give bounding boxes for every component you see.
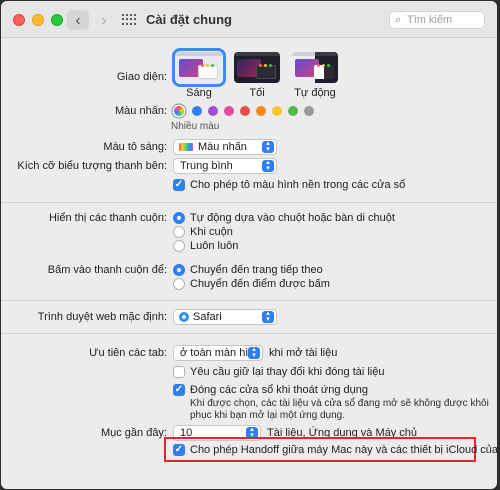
highlight-color-preview	[179, 143, 193, 151]
prefer-tabs-suffix: khi mở tài liệu	[269, 347, 338, 359]
close-windows-note-line2: phục khi bạn mở lại một ứng dụng.	[190, 410, 346, 421]
handoff-label: Cho phép Handoff giữa máy Mac này và các…	[190, 444, 497, 456]
recent-items-label: Mục gần đây:	[100, 427, 167, 439]
accent-selected-caption: Nhiều màu	[171, 121, 220, 132]
highlight-color-popup[interactable]: Màu nhấn ▴ ▾	[173, 139, 277, 155]
appearance-label: Giao diện:	[116, 71, 167, 83]
accent-color-label: Màu nhấn:	[115, 105, 167, 117]
close-windows-checkbox[interactable]: ✓	[173, 384, 185, 396]
close-window-button[interactable]	[13, 14, 25, 26]
highlight-color-value: Màu nhấn	[198, 141, 247, 153]
forward-chevron-icon[interactable]: ›	[93, 10, 115, 30]
default-browser-label: Trình duyệt web mặc định:	[37, 311, 167, 323]
accent-blue-swatch[interactable]	[192, 106, 202, 116]
wallpaper-tinting-label: Cho phép tô màu hình nền trong các cửa s…	[190, 179, 406, 191]
accent-graphite-swatch[interactable]	[304, 106, 314, 116]
accent-red-swatch[interactable]	[240, 106, 250, 116]
jump-next-page-label: Chuyển đến trang tiếp theo	[190, 264, 323, 276]
appearance-light-label: Sáng	[186, 87, 212, 99]
close-windows-label: Đóng các cửa sổ khi thoát ứng dụng	[190, 384, 369, 396]
section-divider	[1, 202, 497, 203]
window-title: Cài đặt chung	[146, 12, 232, 27]
title-bar: ‹ › Cài đặt chung ⌕ Tìm kiếm	[1, 1, 497, 38]
appearance-dark-label: Tối	[249, 87, 265, 99]
close-windows-note-line1: Khi được chọn, các tài liệu và cửa sổ đa…	[190, 398, 489, 409]
appearance-auto-thumbnail[interactable]	[292, 52, 338, 83]
highlight-color-label: Màu tô sáng:	[103, 141, 167, 153]
wallpaper-tinting-checkbox[interactable]: ✓	[173, 179, 185, 191]
appearance-light-thumbnail[interactable]	[172, 48, 226, 87]
safari-compass-icon	[179, 312, 189, 322]
prefer-tabs-popup[interactable]: ở toàn màn hình ▴ ▾	[173, 345, 263, 361]
minimize-window-button[interactable]	[32, 14, 44, 26]
popup-chevron-icon: ▴ ▾	[262, 159, 274, 172]
scroll-when-scrolling-label: Khi cuộn	[190, 226, 233, 238]
handoff-checkbox[interactable]: ✓	[173, 444, 185, 456]
scroll-always-label: Luôn luôn	[190, 240, 239, 252]
jump-clicked-spot-label: Chuyển đến điểm được bấm	[190, 278, 330, 290]
scroll-bars-label: Hiển thị các thanh cuộn:	[48, 212, 167, 224]
default-browser-value: Safari	[193, 311, 222, 323]
sidebar-icon-size-label: Kích cỡ biểu tượng thanh bên:	[17, 160, 167, 172]
popup-chevron-icon: ▴ ▾	[262, 140, 274, 153]
popup-chevron-icon: ▴ ▾	[262, 310, 274, 323]
prefer-tabs-label: Ưu tiên các tab:	[89, 347, 167, 359]
section-divider	[1, 333, 497, 334]
ask-keep-changes-label: Yêu cầu giữ lại thay đổi khi đóng tài li…	[190, 366, 385, 378]
search-placeholder: Tìm kiếm	[407, 14, 453, 26]
search-icon: ⌕	[395, 14, 402, 26]
popup-chevron-icon: ▴ ▾	[248, 346, 260, 359]
appearance-auto-label: Tự động	[294, 87, 336, 99]
ask-keep-changes-checkbox[interactable]	[173, 366, 185, 378]
scroll-auto-label: Tự động dựa vào chuột hoặc bàn di chuột	[190, 212, 395, 224]
zoom-window-button[interactable]	[51, 14, 63, 26]
sidebar-icon-size-value: Trung bình	[180, 160, 233, 172]
appearance-dark-thumbnail[interactable]	[234, 52, 280, 83]
section-divider	[1, 300, 497, 301]
accent-green-swatch[interactable]	[288, 106, 298, 116]
click-scroll-label: Bấm vào thanh cuộn để:	[47, 264, 167, 276]
default-browser-popup[interactable]: Safari ▴ ▾	[173, 309, 277, 325]
sidebar-icon-size-popup[interactable]: Trung bình ▴ ▾	[173, 158, 277, 174]
settings-window: ‹ › Cài đặt chung ⌕ Tìm kiếm Giao diện:	[1, 1, 497, 489]
scroll-when-scrolling-radio[interactable]	[173, 226, 185, 238]
accent-yellow-swatch[interactable]	[272, 106, 282, 116]
accent-multicolor-swatch[interactable]	[174, 106, 184, 116]
accent-orange-swatch[interactable]	[256, 106, 266, 116]
accent-pink-swatch[interactable]	[224, 106, 234, 116]
jump-next-page-radio[interactable]	[173, 264, 185, 276]
scroll-auto-radio[interactable]	[173, 212, 185, 224]
search-field[interactable]: ⌕ Tìm kiếm	[389, 11, 485, 29]
back-chevron-icon[interactable]: ‹	[67, 10, 89, 30]
scroll-always-radio[interactable]	[173, 240, 185, 252]
show-all-grid-icon[interactable]	[122, 14, 136, 26]
jump-clicked-spot-radio[interactable]	[173, 278, 185, 290]
accent-purple-swatch[interactable]	[208, 106, 218, 116]
